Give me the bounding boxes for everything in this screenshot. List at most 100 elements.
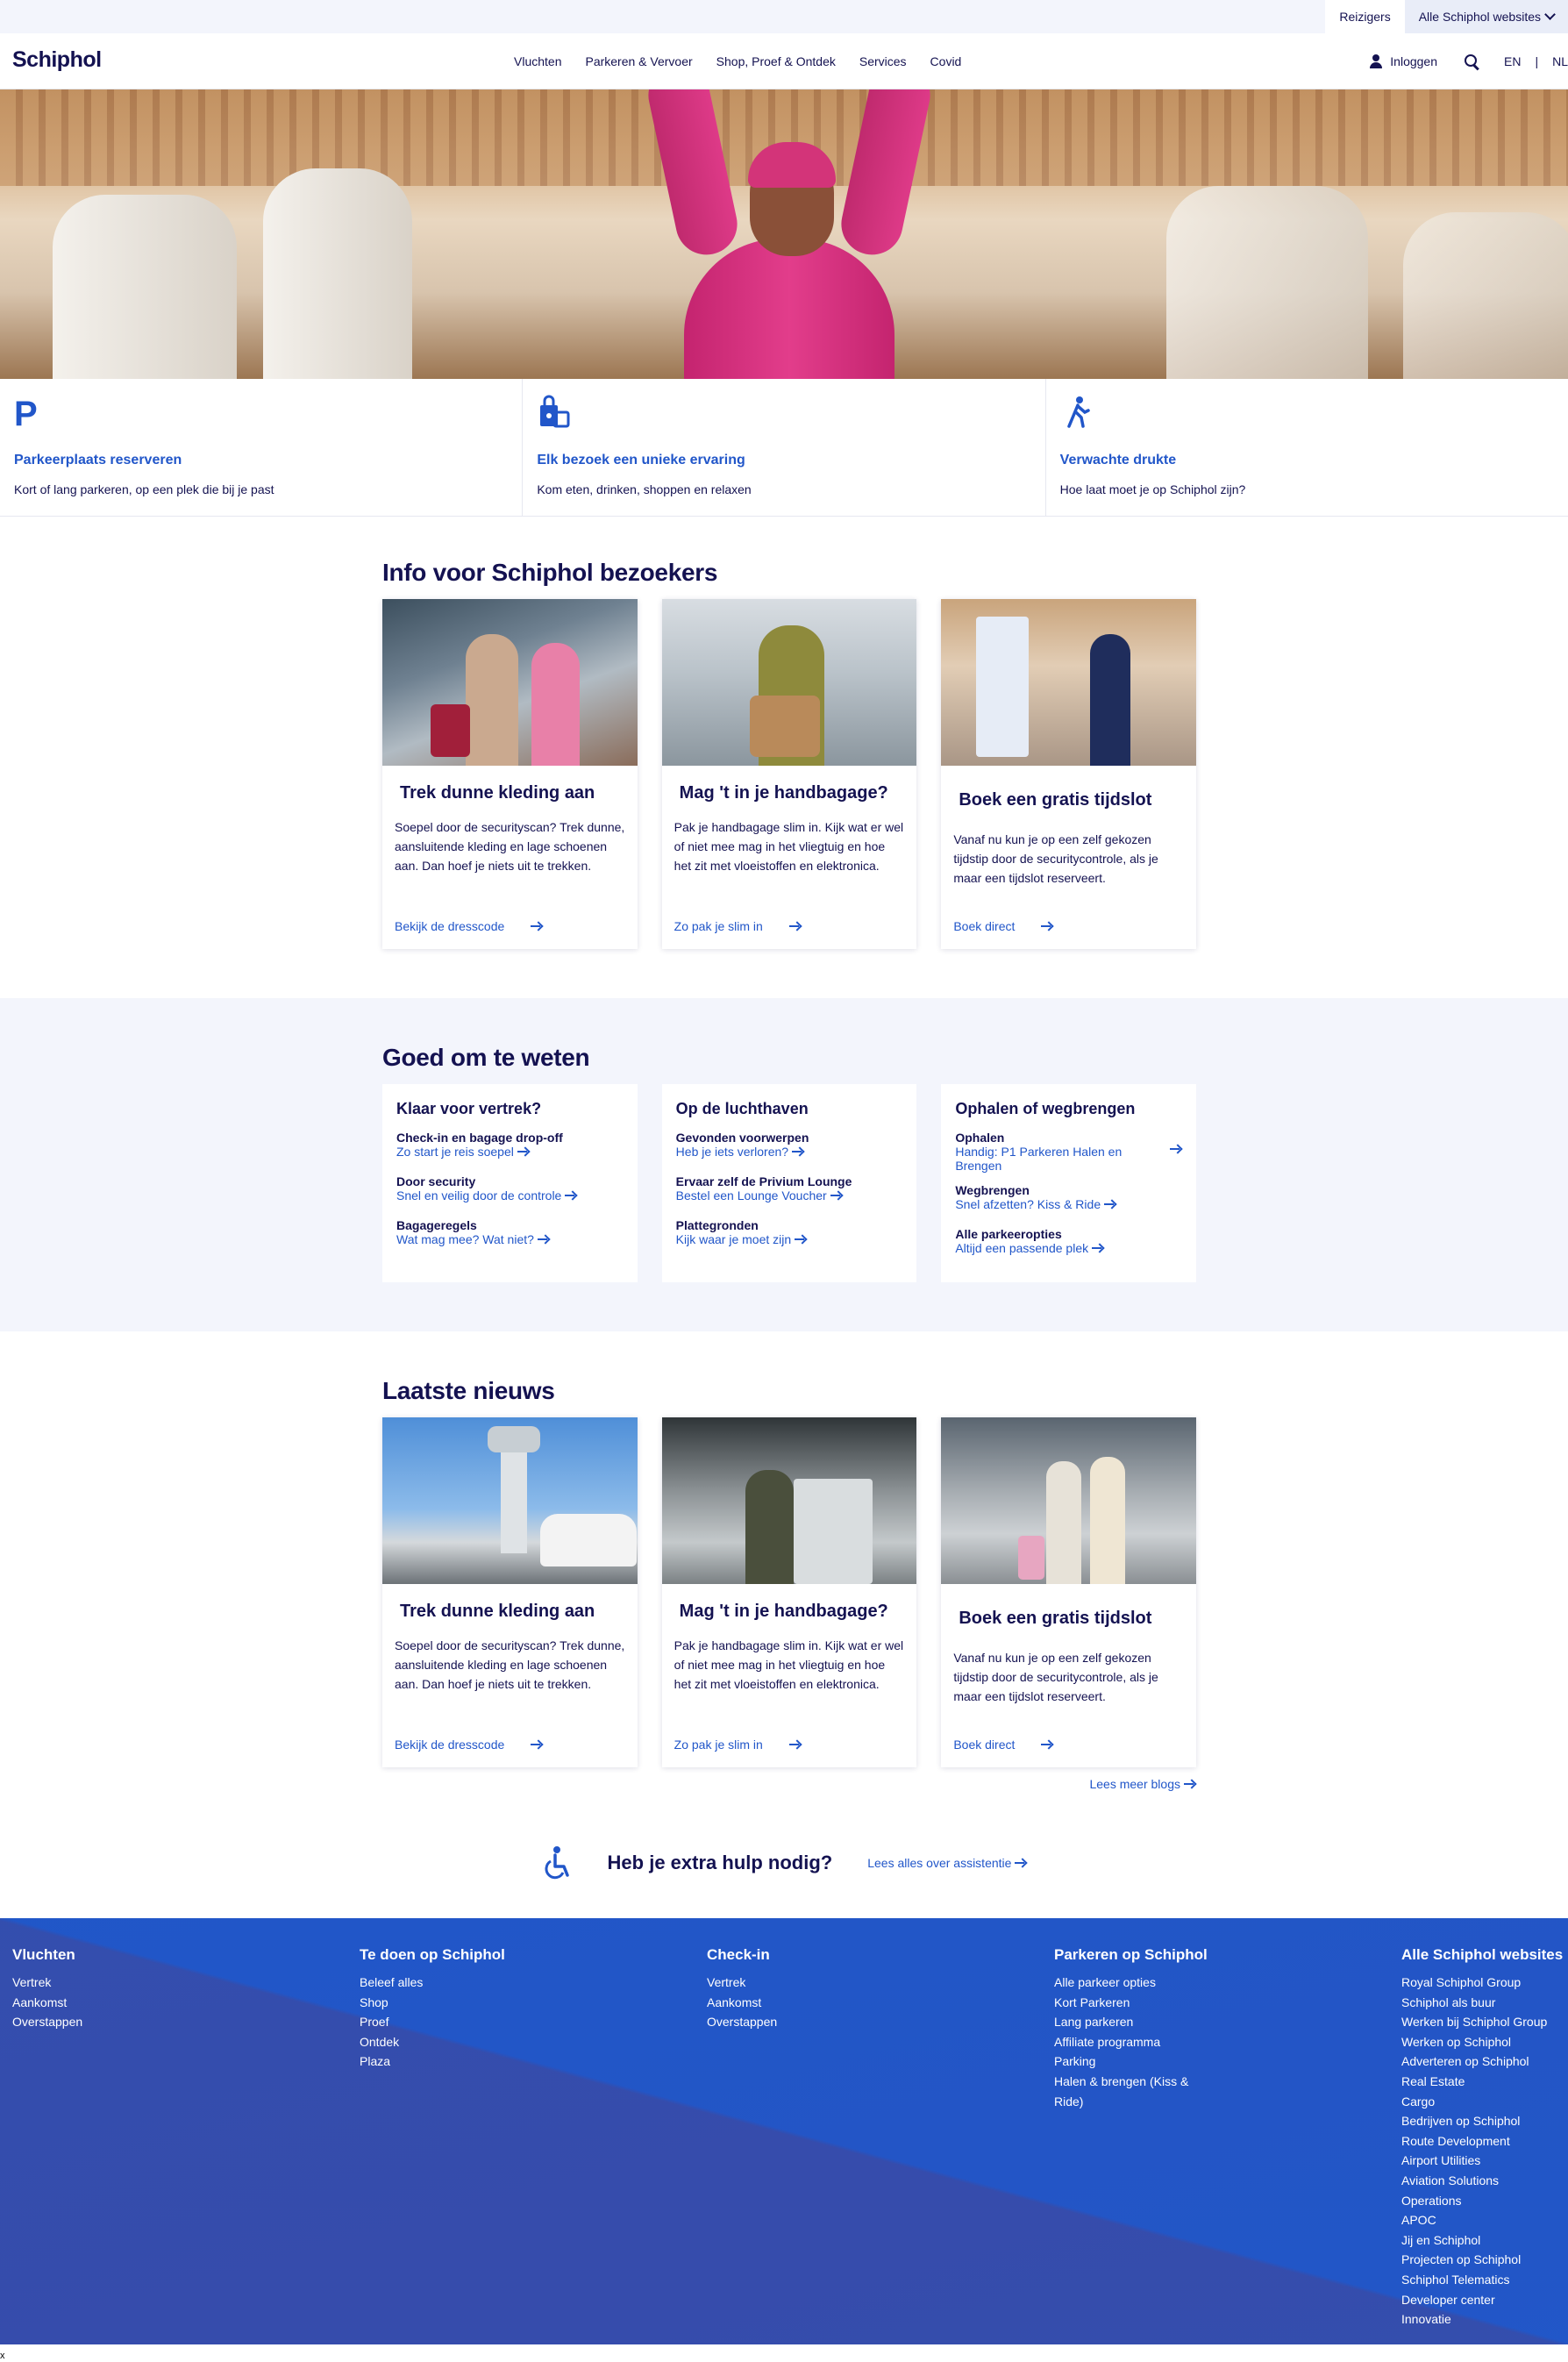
good-item[interactable]: Ophalen Handig: P1 Parkeren Halen en Bre… <box>955 1131 1182 1173</box>
card-text: Vanaf nu kun je op een zelf gekozen tijd… <box>953 1651 1158 1703</box>
arrow-right-icon <box>1170 1145 1182 1153</box>
news-card[interactable]: Mag 't in je handbagage? Pak je handbaga… <box>661 1417 917 1767</box>
good-item[interactable]: Plattegronden Kijk waar je moet zijn <box>676 1218 903 1248</box>
hero-pod-right-2 <box>1403 212 1568 379</box>
card-link[interactable]: Bekijk de dresscode <box>395 1738 543 1752</box>
footer-link[interactable]: Bedrijven op Schiphol <box>1401 2111 1568 2131</box>
card-link[interactable]: Zo pak je slim in <box>674 1738 802 1752</box>
good-item[interactable]: Alle parkeeropties Altijd een passende p… <box>955 1227 1182 1257</box>
arrow-right-icon <box>792 1147 804 1156</box>
footer-link[interactable]: Aankomst <box>12 1993 161 2013</box>
card-title: Trek dunne kleding aan <box>400 1602 595 1621</box>
footer-link[interactable]: Operations <box>1401 2191 1568 2211</box>
footer-link[interactable]: Jij en Schiphol <box>1401 2230 1568 2251</box>
info-section-title: Info voor Schiphol bezoekers <box>382 559 718 586</box>
info-card[interactable]: Boek een gratis tijdslot Vanaf nu kun je… <box>941 599 1197 949</box>
footer-link[interactable]: Route Development <box>1401 2131 1568 2151</box>
assistance-link[interactable]: Lees alles over assistentie <box>867 1856 1027 1870</box>
card-image-car <box>540 1514 637 1566</box>
travelers-link[interactable]: Reizigers <box>1325 0 1405 33</box>
assistance-title: Heb je extra hulp nodig? <box>607 1852 833 1873</box>
footer-link[interactable]: Developer center <box>1401 2290 1568 2310</box>
news-section-title: Laatste nieuws <box>382 1377 555 1404</box>
lang-en[interactable]: EN <box>1504 54 1521 68</box>
news-card[interactable]: Boek een gratis tijdslot Vanaf nu kun je… <box>941 1417 1197 1767</box>
good-item[interactable]: Gevonden voorwerpen Heb je iets verloren… <box>676 1131 903 1160</box>
main-nav: Vluchten Parkeren & Vervoer Shop, Proef … <box>514 33 961 89</box>
footer-link[interactable]: Ontdek <box>360 2032 509 2052</box>
tile-experience[interactable]: Elk bezoek een unieke ervaring Kom eten,… <box>523 379 1046 516</box>
main-header: Schiphol Vluchten Parkeren & Vervoer Sho… <box>0 33 1568 89</box>
card-title: Mag 't in je handbagage? <box>679 783 888 803</box>
card-link[interactable]: Bekijk de dresscode <box>395 919 543 933</box>
footer-link[interactable]: Shop <box>360 1993 509 2013</box>
footer-link[interactable]: Airport Utilities <box>1401 2151 1568 2171</box>
nav-shop-taste-discover[interactable]: Shop, Proef & Ontdek <box>716 54 836 68</box>
footer-link[interactable]: Vertrek <box>707 1973 856 1993</box>
wheelchair-icon <box>541 1845 573 1880</box>
footer-link[interactable]: Parking <box>1054 2052 1203 2072</box>
arrow-right-icon <box>1041 922 1053 931</box>
footer-link[interactable]: Real Estate <box>1401 2072 1568 2092</box>
card-link[interactable]: Zo pak je slim in <box>674 919 802 933</box>
nav-parking-transport[interactable]: Parkeren & Vervoer <box>585 54 692 68</box>
footer-link[interactable]: Overstappen <box>12 2012 161 2032</box>
footer-link[interactable]: Affiliate programma <box>1054 2032 1203 2052</box>
card-link[interactable]: Boek direct <box>953 919 1053 933</box>
good-to-know-section: Goed om te weten Klaar voor vertrek? Che… <box>0 998 1568 1331</box>
arrow-right-icon <box>1015 1859 1027 1867</box>
footer-link[interactable]: Royal Schiphol Group <box>1401 1973 1568 1993</box>
nav-services[interactable]: Services <box>859 54 907 68</box>
footer-columns: Vluchten Vertrek Aankomst Overstappen Te… <box>12 1946 1568 2330</box>
footer-link[interactable]: Kort Parkeren <box>1054 1993 1203 2013</box>
nav-flights[interactable]: Vluchten <box>514 54 561 68</box>
arrow-right-icon <box>795 1235 807 1244</box>
utility-bar: Reizigers Alle Schiphol websites <box>0 0 1568 33</box>
footer-link[interactable]: Halen & brengen (Kiss & Ride) <box>1054 2072 1203 2111</box>
nav-covid[interactable]: Covid <box>930 54 962 68</box>
good-item[interactable]: Check-in en bagage drop-off Zo start je … <box>396 1131 624 1160</box>
schiphol-logo[interactable]: Schiphol <box>12 47 102 73</box>
news-card[interactable]: Trek dunne kleding aan Soepel door de se… <box>382 1417 638 1767</box>
footer-link[interactable]: Aviation Solutions <box>1401 2171 1568 2191</box>
footer-link[interactable]: APOC <box>1401 2210 1568 2230</box>
good-item[interactable]: Ervaar zelf de Privium Lounge Bestel een… <box>676 1174 903 1204</box>
footer-link[interactable]: Vertrek <box>12 1973 161 1993</box>
footer-link[interactable]: Plaza <box>360 2052 509 2072</box>
footer-link[interactable]: Proef <box>360 2012 509 2032</box>
card-image-sign <box>976 617 1030 757</box>
footer-link[interactable]: Schiphol als buur <box>1401 1993 1568 2013</box>
footer-link[interactable]: Aankomst <box>707 1993 856 2013</box>
footer-link[interactable]: Adverteren op Schiphol <box>1401 2052 1568 2072</box>
card-link[interactable]: Boek direct <box>953 1738 1053 1752</box>
good-item-label: Ophalen <box>955 1131 1005 1145</box>
footer-link[interactable]: Lang parkeren <box>1054 2012 1203 2032</box>
login-button[interactable]: Inloggen <box>1369 54 1437 68</box>
footer-link[interactable]: Beleef alles <box>360 1973 509 1993</box>
footer-link[interactable]: Alle parkeer opties <box>1054 1973 1203 1993</box>
good-item-link: Heb je iets verloren? <box>675 1145 789 1159</box>
footer-link[interactable]: Overstappen <box>707 2012 856 2032</box>
footer-link[interactable]: Werken op Schiphol <box>1401 2032 1568 2052</box>
more-blogs-link[interactable]: Lees meer blogs <box>1089 1777 1196 1791</box>
all-sites-dropdown[interactable]: Alle Schiphol websites <box>1404 0 1568 33</box>
footer-link[interactable]: Schiphol Telematics <box>1401 2270 1568 2290</box>
arrow-right-icon <box>517 1147 530 1156</box>
footer-link[interactable]: Werken bij Schiphol Group <box>1401 2012 1568 2032</box>
search-icon[interactable] <box>1464 54 1479 69</box>
footer-link[interactable]: Innovatie <box>1401 2309 1568 2330</box>
card-title: Boek een gratis tijdslot <box>959 790 1152 810</box>
footer-link[interactable]: Cargo <box>1401 2092 1568 2112</box>
lang-nl[interactable]: NL <box>1552 54 1568 68</box>
good-item-link: Altijd een passende plek <box>955 1241 1089 1255</box>
footer-column-title: Check-in <box>707 1946 770 1963</box>
good-item[interactable]: Bagageregels Wat mag mee? Wat niet? <box>396 1218 624 1248</box>
info-card[interactable]: Trek dunne kleding aan Soepel door de se… <box>382 599 638 949</box>
footer-link[interactable]: Projecten op Schiphol <box>1401 2250 1568 2270</box>
good-item[interactable]: Door security Snel en veilig door de con… <box>396 1174 624 1204</box>
user-icon <box>1369 54 1383 68</box>
info-card[interactable]: Mag 't in je handbagage? Pak je handbaga… <box>661 599 917 949</box>
tile-parking[interactable]: P Parkeerplaats reserveren Kort of lang … <box>0 379 524 516</box>
tile-crowds[interactable]: Verwachte drukte Hoe laat moet je op Sch… <box>1046 379 1568 516</box>
good-item[interactable]: Wegbrengen Snel afzetten? Kiss & Ride <box>955 1183 1182 1213</box>
